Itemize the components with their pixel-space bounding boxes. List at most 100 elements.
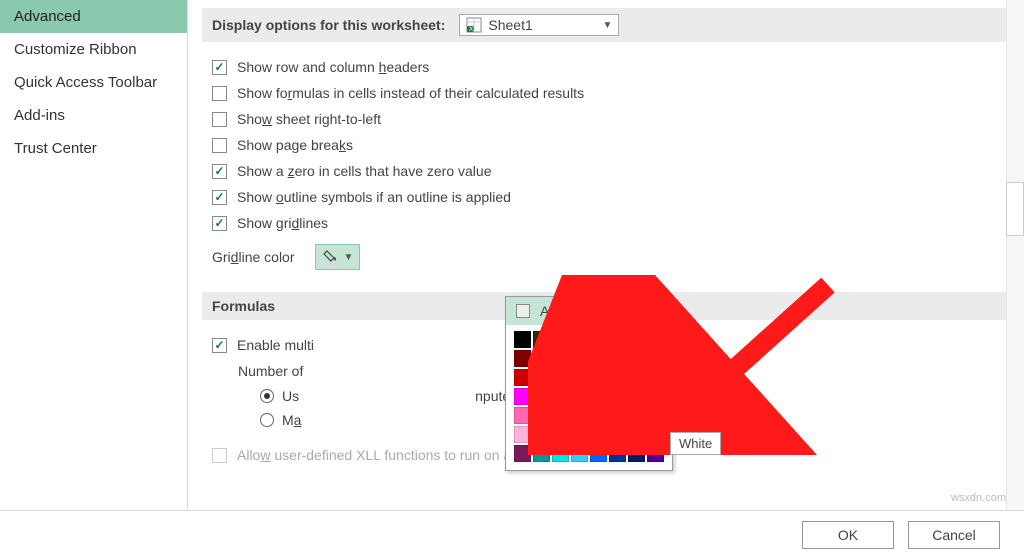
color-swatch[interactable] bbox=[590, 369, 607, 386]
gridline-color-button[interactable]: ▼ bbox=[315, 244, 361, 270]
color-swatch[interactable] bbox=[628, 369, 645, 386]
color-swatch[interactable] bbox=[552, 426, 569, 443]
ok-button[interactable]: OK bbox=[802, 521, 894, 549]
color-swatch[interactable] bbox=[514, 426, 531, 443]
color-swatch[interactable] bbox=[647, 331, 664, 348]
checkbox-enable-multi[interactable] bbox=[212, 338, 227, 353]
color-swatch[interactable] bbox=[571, 369, 588, 386]
color-swatch[interactable] bbox=[628, 388, 645, 405]
watermark: wsxdn.com bbox=[951, 492, 1006, 504]
checkbox-formulas[interactable] bbox=[212, 86, 227, 101]
checkbox-gridlines[interactable] bbox=[212, 216, 227, 231]
color-swatch[interactable] bbox=[514, 445, 531, 462]
scrollbar[interactable] bbox=[1006, 0, 1024, 510]
scroll-thumb[interactable] bbox=[1006, 182, 1024, 236]
color-swatch[interactable] bbox=[628, 350, 645, 367]
color-swatch[interactable] bbox=[590, 350, 607, 367]
color-swatch[interactable] bbox=[609, 388, 626, 405]
color-swatch[interactable] bbox=[628, 331, 645, 348]
color-swatch[interactable] bbox=[590, 331, 607, 348]
sidebar-item-addins[interactable]: Add-ins bbox=[0, 99, 187, 132]
chevron-down-icon: ▼ bbox=[344, 252, 354, 263]
color-swatch[interactable] bbox=[609, 350, 626, 367]
label-pagebreaks: Show page breaks bbox=[237, 137, 353, 153]
sidebar-item-customize-ribbon[interactable]: Customize Ribbon bbox=[0, 33, 187, 66]
color-swatch[interactable] bbox=[533, 426, 550, 443]
color-swatch[interactable] bbox=[571, 331, 588, 348]
color-swatch[interactable] bbox=[533, 350, 550, 367]
color-swatch[interactable] bbox=[514, 369, 531, 386]
color-swatch[interactable] bbox=[533, 407, 550, 424]
color-swatch[interactable] bbox=[533, 331, 550, 348]
color-swatch[interactable] bbox=[590, 426, 607, 443]
color-swatch[interactable] bbox=[609, 426, 626, 443]
worksheet-name: Sheet1 bbox=[488, 17, 532, 33]
radio-use-all[interactable] bbox=[260, 389, 274, 403]
color-swatch[interactable] bbox=[552, 331, 569, 348]
color-swatch[interactable] bbox=[533, 388, 550, 405]
color-swatch[interactable] bbox=[514, 407, 531, 424]
color-swatch[interactable] bbox=[571, 445, 588, 462]
color-swatch[interactable] bbox=[552, 388, 569, 405]
options-sidebar: Advanced Customize Ribbon Quick Access T… bbox=[0, 0, 188, 510]
color-swatch[interactable] bbox=[533, 445, 550, 462]
automatic-swatch bbox=[516, 304, 530, 318]
color-swatch[interactable] bbox=[590, 407, 607, 424]
checkbox-allow-xll[interactable] bbox=[212, 448, 227, 463]
color-swatch[interactable] bbox=[571, 426, 588, 443]
color-swatch[interactable] bbox=[647, 388, 664, 405]
color-picker-popup: Automatic bbox=[505, 296, 673, 471]
checkbox-outline[interactable] bbox=[212, 190, 227, 205]
checkbox-zero[interactable] bbox=[212, 164, 227, 179]
svg-text:X: X bbox=[469, 27, 473, 33]
color-swatch[interactable] bbox=[552, 350, 569, 367]
sidebar-item-advanced[interactable]: Advanced bbox=[0, 0, 187, 33]
radio-manual[interactable] bbox=[260, 413, 274, 427]
options-main: Display options for this worksheet: X Sh… bbox=[188, 0, 1024, 510]
sidebar-item-trust-center[interactable]: Trust Center bbox=[0, 132, 187, 165]
sheet-icon: X bbox=[466, 17, 482, 33]
label-manual: Ma bbox=[282, 412, 301, 428]
color-swatch[interactable] bbox=[514, 388, 531, 405]
color-swatch[interactable] bbox=[514, 331, 531, 348]
cancel-button[interactable]: Cancel bbox=[908, 521, 1000, 549]
color-swatch[interactable] bbox=[647, 426, 664, 443]
label-rtl: Show sheet right-to-left bbox=[237, 111, 381, 127]
color-swatch[interactable] bbox=[609, 369, 626, 386]
color-swatch[interactable] bbox=[609, 331, 626, 348]
label-num-threads: Number of bbox=[238, 363, 303, 379]
color-swatch[interactable] bbox=[571, 388, 588, 405]
color-swatch[interactable] bbox=[609, 445, 626, 462]
label-headers: Show row and column headers bbox=[237, 59, 429, 75]
color-swatch[interactable] bbox=[533, 369, 550, 386]
checkbox-headers[interactable] bbox=[212, 60, 227, 75]
color-swatch[interactable] bbox=[647, 369, 664, 386]
sidebar-item-quick-access[interactable]: Quick Access Toolbar bbox=[0, 66, 187, 99]
color-swatch[interactable] bbox=[552, 369, 569, 386]
color-swatch[interactable] bbox=[628, 445, 645, 462]
color-swatch[interactable] bbox=[552, 445, 569, 462]
label-gridlines: Show gridlines bbox=[237, 215, 328, 231]
color-swatch[interactable] bbox=[647, 350, 664, 367]
color-swatch[interactable] bbox=[571, 407, 588, 424]
label-gridline-color: Gridline color bbox=[212, 249, 295, 265]
checkbox-rtl[interactable] bbox=[212, 112, 227, 127]
worksheet-select[interactable]: X Sheet1 ▼ bbox=[459, 14, 619, 36]
color-swatch[interactable] bbox=[590, 445, 607, 462]
checkbox-pagebreaks[interactable] bbox=[212, 138, 227, 153]
color-swatch[interactable] bbox=[590, 388, 607, 405]
label-enable-multi: Enable multi bbox=[237, 337, 314, 353]
color-swatch[interactable] bbox=[552, 407, 569, 424]
color-swatch[interactable] bbox=[628, 407, 645, 424]
color-automatic[interactable]: Automatic bbox=[506, 297, 672, 325]
color-swatch[interactable] bbox=[609, 407, 626, 424]
label-outline: Show outline symbols if an outline is ap… bbox=[237, 189, 511, 205]
label-formulas: Show formulas in cells instead of their … bbox=[237, 85, 584, 101]
color-grid bbox=[506, 325, 672, 470]
color-swatch[interactable] bbox=[647, 407, 664, 424]
chevron-down-icon: ▼ bbox=[602, 20, 612, 31]
color-swatch[interactable] bbox=[571, 350, 588, 367]
color-swatch[interactable] bbox=[647, 445, 664, 462]
color-swatch[interactable] bbox=[628, 426, 645, 443]
color-swatch[interactable] bbox=[514, 350, 531, 367]
